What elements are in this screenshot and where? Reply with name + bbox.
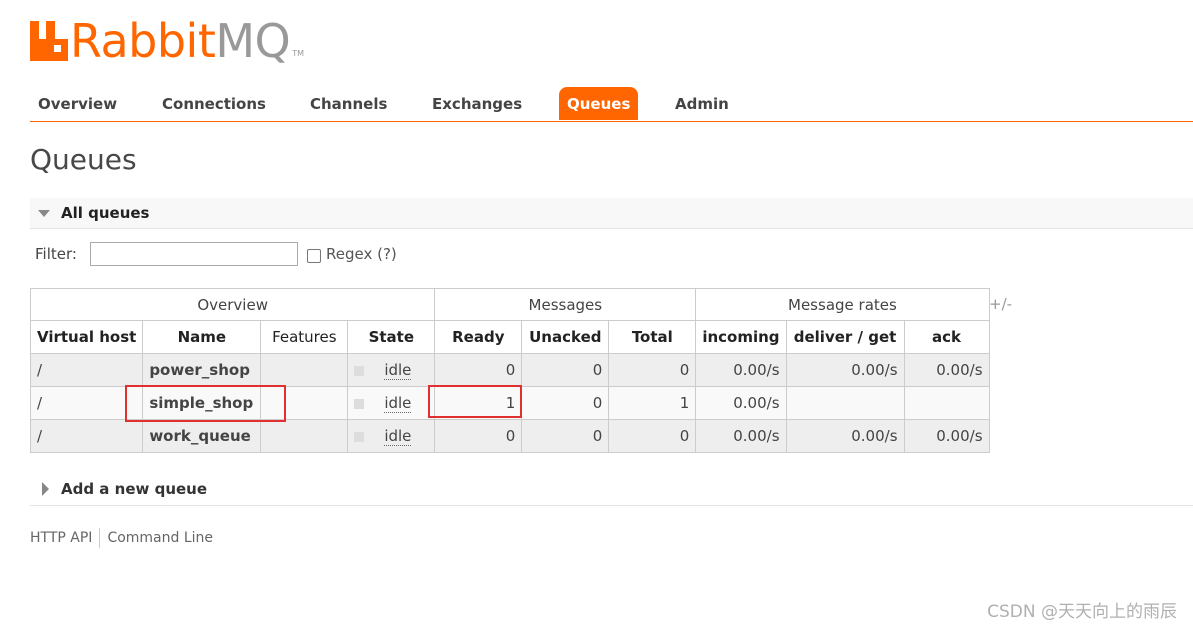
cell-unacked: 0 [521, 353, 610, 387]
cell-incoming: 0.00/s [695, 353, 787, 387]
cell-vhost: / [29, 419, 144, 453]
column-toggle-link[interactable]: +/- [989, 295, 1012, 313]
regex-checkbox[interactable] [307, 249, 321, 263]
logo-text: RabbitMQ [70, 14, 291, 68]
cell-ready: 0 [434, 353, 523, 387]
queue-link[interactable]: work_queue [142, 419, 262, 453]
col-unacked[interactable]: Unacked [521, 320, 610, 354]
col-ack[interactable]: ack [903, 320, 990, 354]
state-indicator-icon [354, 431, 365, 442]
cell-total: 0 [608, 419, 697, 453]
cell-total: 1 [608, 386, 697, 420]
col-virtual-host[interactable]: Virtual host [29, 320, 144, 354]
cell-deliver-get [785, 386, 905, 420]
cell-deliver-get: 0.00/s [785, 353, 905, 387]
cell-total: 0 [608, 353, 697, 387]
nav-overview[interactable]: Overview [38, 87, 117, 120]
cell-unacked: 0 [521, 386, 610, 420]
cell-ack: 0.00/s [903, 419, 990, 453]
cell-incoming: 0.00/s [695, 386, 787, 420]
watermark: CSDN @天天向上的雨辰 [987, 602, 1177, 622]
cell-features [260, 353, 349, 387]
cell-state: idle [347, 353, 436, 387]
footer-divider [99, 528, 101, 548]
footer-command-line-link[interactable]: Command Line [107, 530, 213, 546]
queues-table: Overview Messages Message rates Virtual … [29, 288, 990, 453]
cell-ready: 0 [434, 419, 523, 453]
col-name[interactable]: Name [142, 320, 262, 354]
add-queue-section-toggle[interactable]: Add a new queue [30, 474, 1193, 506]
nav-exchanges[interactable]: Exchanges [432, 87, 522, 120]
table-row: / power_shop idle 0 0 0 0.00/s 0.00/s 0.… [29, 353, 990, 387]
col-total[interactable]: Total [608, 320, 697, 354]
state-text: idle [384, 394, 412, 413]
group-header-messages: Messages [434, 288, 697, 321]
col-features: Features [260, 320, 349, 354]
state-text: idle [384, 427, 412, 446]
table-row: / work_queue idle 0 0 0 0.00/s 0.00/s 0.… [29, 419, 990, 453]
cell-deliver-get: 0.00/s [785, 419, 905, 453]
nav-connections[interactable]: Connections [162, 87, 266, 120]
state-indicator-icon [354, 365, 365, 376]
rabbitmq-logo-icon [30, 21, 68, 61]
state-indicator-icon [354, 398, 365, 409]
filter-label: Filter: [35, 245, 77, 263]
section-title: All queues [61, 204, 150, 222]
col-incoming[interactable]: incoming [695, 320, 787, 354]
section-title: Add a new queue [61, 480, 208, 498]
group-header-overview: Overview [29, 288, 436, 321]
nav-channels[interactable]: Channels [310, 87, 387, 120]
cell-features [260, 419, 349, 453]
queue-link[interactable]: power_shop [142, 353, 262, 387]
cell-ack [903, 386, 990, 420]
highlight-box-ready [428, 385, 522, 418]
logo-trademark: TM [292, 49, 305, 58]
nav-queues[interactable]: Queues [559, 87, 639, 120]
col-ready[interactable]: Ready [434, 320, 523, 354]
cell-incoming: 0.00/s [695, 419, 787, 453]
cell-ack: 0.00/s [903, 353, 990, 387]
state-text: idle [384, 361, 412, 380]
nav-admin[interactable]: Admin [675, 87, 729, 120]
group-header-message-rates: Message rates [695, 288, 990, 321]
cell-state: idle [347, 386, 436, 420]
highlight-box-name [125, 385, 286, 422]
collapse-triangle-icon [38, 210, 50, 217]
cell-vhost: / [29, 353, 144, 387]
rabbitmq-logo[interactable]: RabbitMQ TM [30, 16, 304, 64]
cell-state: idle [347, 419, 436, 453]
regex-label[interactable]: Regex (?) [326, 245, 397, 263]
col-deliver-get[interactable]: deliver / get [785, 320, 905, 354]
expand-triangle-icon [42, 482, 49, 496]
footer: HTTP API Command Line [30, 528, 213, 548]
page-title: Queues [30, 143, 137, 176]
cell-unacked: 0 [521, 419, 610, 453]
filter-input[interactable] [90, 242, 298, 266]
all-queues-section-toggle[interactable]: All queues [30, 198, 1193, 229]
col-state[interactable]: State [347, 320, 436, 354]
main-nav: Overview Connections Channels Exchanges … [30, 87, 1193, 122]
footer-http-api-link[interactable]: HTTP API [30, 530, 92, 546]
